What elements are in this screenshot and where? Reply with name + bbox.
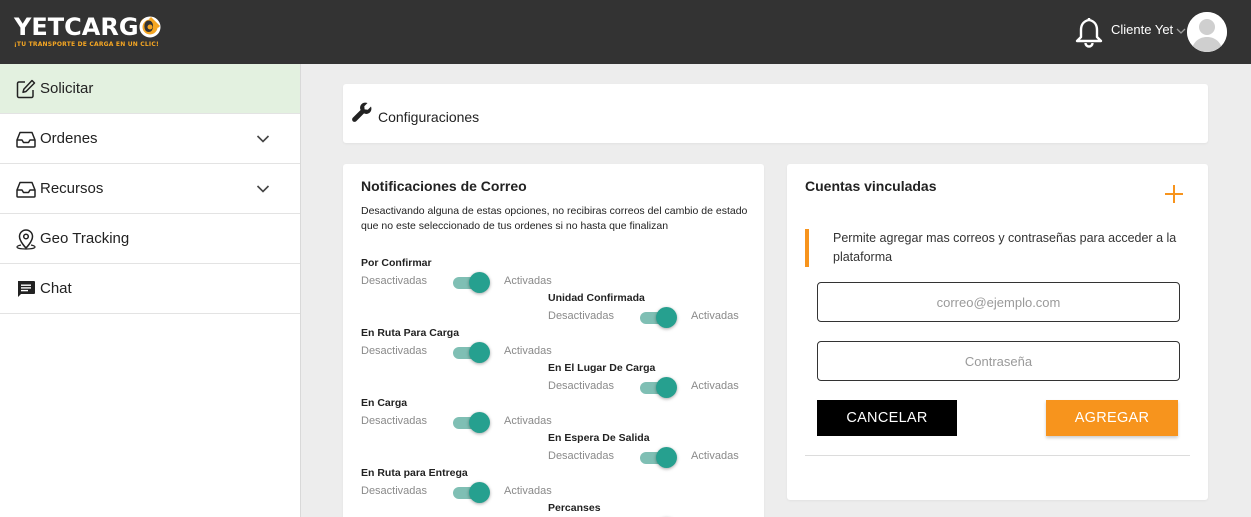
inbox-icon [16,131,36,148]
inbox-icon [16,181,36,198]
notifications-title: Notificaciones de Correo [361,178,527,194]
sidebar-item-label: Recursos [40,180,104,197]
toggle-on-label: Activadas [691,310,739,322]
sidebar-item-label: Ordenes [40,130,98,147]
sidebar-item-label: Solicitar [40,80,94,97]
accounts-title: Cuentas vinculadas [805,178,937,194]
avatar-icon [1187,12,1227,52]
toggle-en-ruta-para-carga: En Ruta Para Carga Desactivadas Activada… [361,327,571,363]
toggle-off-label: Desactivadas [361,485,428,497]
toggle-on-label: Activadas [691,380,739,392]
toggle-switch[interactable] [453,482,490,503]
toggle-switch[interactable] [453,342,490,363]
sidebar-item-label: Geo Tracking [40,230,130,247]
toggle-off-label: Desactivadas [361,275,428,287]
toggle-label: En Espera De Salida [548,432,650,444]
accounts-info: Permite agregar mas correos y contraseña… [805,229,1185,267]
toggle-off-label: Desactivadas [548,380,615,392]
toggle-switch[interactable] [640,377,677,398]
logo-tagline: ¡TU TRANSPORTE DE CARGA EN UN CLIC! [14,41,159,48]
yetcargo-logo[interactable]: YETCARGO ¡TU TRANSPORTE DE CARGA EN UN C… [14,14,174,54]
page-title: Configuraciones [378,109,480,125]
toggle-on-label: Activadas [504,485,552,497]
toggle-on-label: Activadas [504,415,552,427]
sidebar-item-geo-tracking[interactable]: Geo Tracking [0,214,300,264]
toggle-en-ruta-para-entrega: En Ruta para Entrega Desactivadas Activa… [361,467,571,503]
cancel-button[interactable]: CANCELAR [817,400,957,436]
linked-accounts-card: Cuentas vinculadas Permite agregar mas c… [787,164,1208,500]
config-card: Configuraciones [343,84,1208,143]
plus-icon[interactable] [1164,184,1184,204]
sidebar-item-solicitar[interactable]: Solicitar [0,64,300,114]
toggle-off-label: Desactivadas [361,345,428,357]
toggle-por-confirmar: Por Confirmar Desactivadas Activadas [361,257,571,293]
toggle-switch[interactable] [453,412,490,433]
edit-icon [16,79,36,98]
sidebar-item-chat[interactable]: Chat [0,264,300,314]
top-bar: YETCARGO ¡TU TRANSPORTE DE CARGA EN UN C… [0,0,1251,64]
toggle-label: En Carga [361,397,408,409]
bell-icon[interactable] [1074,16,1104,48]
toggle-percanses: Percanses Desactivadas Activadas [548,502,758,517]
password-field[interactable] [817,341,1180,381]
notifications-description: Desactivando alguna de estas opciones, n… [361,205,748,232]
toggle-on-label: Activadas [691,450,739,462]
toggle-en-carga: En Carga Desactivadas Activadas [361,397,571,433]
toggle-en-espera-de-salida: En Espera De Salida Desactivadas Activad… [548,432,758,468]
toggle-unidad-confirmada: Unidad Confirmada Desactivadas Activadas [548,292,758,328]
toggle-off-label: Desactivadas [361,415,428,427]
toggle-label: Unidad Confirmada [548,292,645,304]
sidebar-item-label: Chat [40,280,72,297]
toggle-label: Por Confirmar [361,257,432,269]
map-pin-icon [16,228,36,250]
toggle-on-label: Activadas [504,275,552,287]
wrench-icon [352,102,372,122]
email-field[interactable] [817,282,1180,322]
sidebar: Solicitar Ordenes Recursos Geo Tracking [0,64,301,517]
logo-wheel-icon [139,16,161,38]
toggle-en-el-lugar-de-carga: En El Lugar De Carga Desactivadas Activa… [548,362,758,398]
toggle-switch[interactable] [453,272,490,293]
toggle-switch[interactable] [640,447,677,468]
email-notifications-card: Notificaciones de Correo Desactivando al… [343,164,764,517]
add-account-button[interactable]: AGREGAR [1046,400,1178,436]
user-name[interactable]: Cliente Yet [1111,22,1173,37]
sidebar-item-ordenes[interactable]: Ordenes [0,114,300,164]
chevron-down-icon[interactable] [256,184,270,194]
chat-icon [18,280,35,297]
toggle-off-label: Desactivadas [548,450,615,462]
toggle-label: En El Lugar De Carga [548,362,656,374]
toggle-switch[interactable] [640,307,677,328]
toggle-label: Percanses [548,502,601,514]
toggle-on-label: Activadas [504,345,552,357]
toggle-label: En Ruta Para Carga [361,327,460,339]
chevron-down-icon[interactable] [1176,27,1186,35]
chevron-down-icon[interactable] [256,134,270,144]
avatar[interactable] [1187,12,1227,52]
toggle-label: En Ruta para Entrega [361,467,468,479]
sidebar-item-recursos[interactable]: Recursos [0,164,300,214]
divider [805,455,1190,456]
toggle-off-label: Desactivadas [548,310,615,322]
